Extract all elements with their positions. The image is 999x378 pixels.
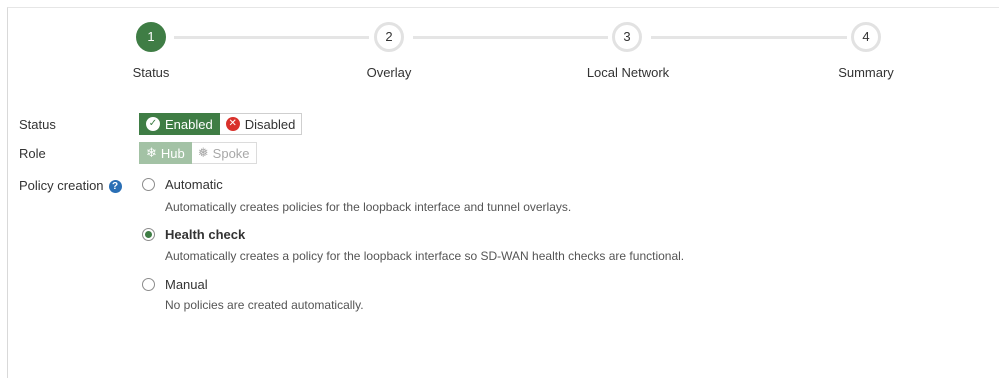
policy-automatic-label: Automatic <box>165 177 223 192</box>
role-toggle: ❄ Hub ❅ Spoke <box>139 142 257 164</box>
policy-creation-label: Policy creation? <box>19 178 122 193</box>
policy-creation-label-text: Policy creation <box>19 178 104 193</box>
policy-health-check-label: Health check <box>165 227 246 242</box>
policy-automatic-description: Automatically creates policies for the l… <box>165 200 572 214</box>
spoke-icon: ❅ <box>197 145 209 160</box>
policy-manual-description: No policies are created automatically. <box>165 298 364 312</box>
role-hub-button[interactable]: ❄ Hub <box>139 142 192 164</box>
policy-manual-radio[interactable] <box>142 278 155 291</box>
policy-health-check-description: Automatically creates a policy for the l… <box>165 249 685 263</box>
step-4-indicator[interactable]: 4 <box>851 22 881 52</box>
step-1-indicator[interactable]: 1 <box>136 22 166 52</box>
step-3-indicator[interactable]: 3 <box>612 22 642 52</box>
policy-health-check-option[interactable]: Health check <box>142 227 245 242</box>
status-disabled-button[interactable]: ✕ Disabled <box>219 113 303 135</box>
role-hub-label: Hub <box>160 145 185 161</box>
step-connector <box>413 36 608 39</box>
step-2-label: Overlay <box>366 65 412 80</box>
status-disabled-label: Disabled <box>244 116 296 132</box>
status-label: Status <box>19 117 56 132</box>
question-circle-icon[interactable]: ? <box>108 180 122 193</box>
policy-manual-label: Manual <box>165 277 208 292</box>
step-1-label: Status <box>132 65 170 80</box>
status-toggle: ✓ Enabled ✕ Disabled <box>139 113 303 135</box>
status-enabled-button[interactable]: ✓ Enabled <box>139 113 220 135</box>
role-spoke-button[interactable]: ❅ Spoke <box>191 142 257 164</box>
step-4-label: Summary <box>838 65 894 80</box>
role-spoke-label: Spoke <box>212 145 250 161</box>
step-connector <box>651 36 847 39</box>
policy-automatic-radio[interactable] <box>142 178 155 191</box>
x-circle-icon: ✕ <box>225 117 240 131</box>
policy-health-check-radio[interactable] <box>142 228 155 241</box>
step-2-indicator[interactable]: 2 <box>374 22 404 52</box>
status-enabled-label: Enabled <box>165 116 213 132</box>
hub-icon: ❄ <box>146 145 157 160</box>
wizard-stepper: 1 2 3 4 Status Overlay Local Network Sum… <box>0 0 999 90</box>
policy-automatic-option[interactable]: Automatic <box>142 177 223 192</box>
step-connector <box>174 36 369 39</box>
policy-manual-option[interactable]: Manual <box>142 277 208 292</box>
step-3-label: Local Network <box>586 65 670 80</box>
check-circle-icon: ✓ <box>146 117 160 131</box>
role-label: Role <box>19 146 46 161</box>
